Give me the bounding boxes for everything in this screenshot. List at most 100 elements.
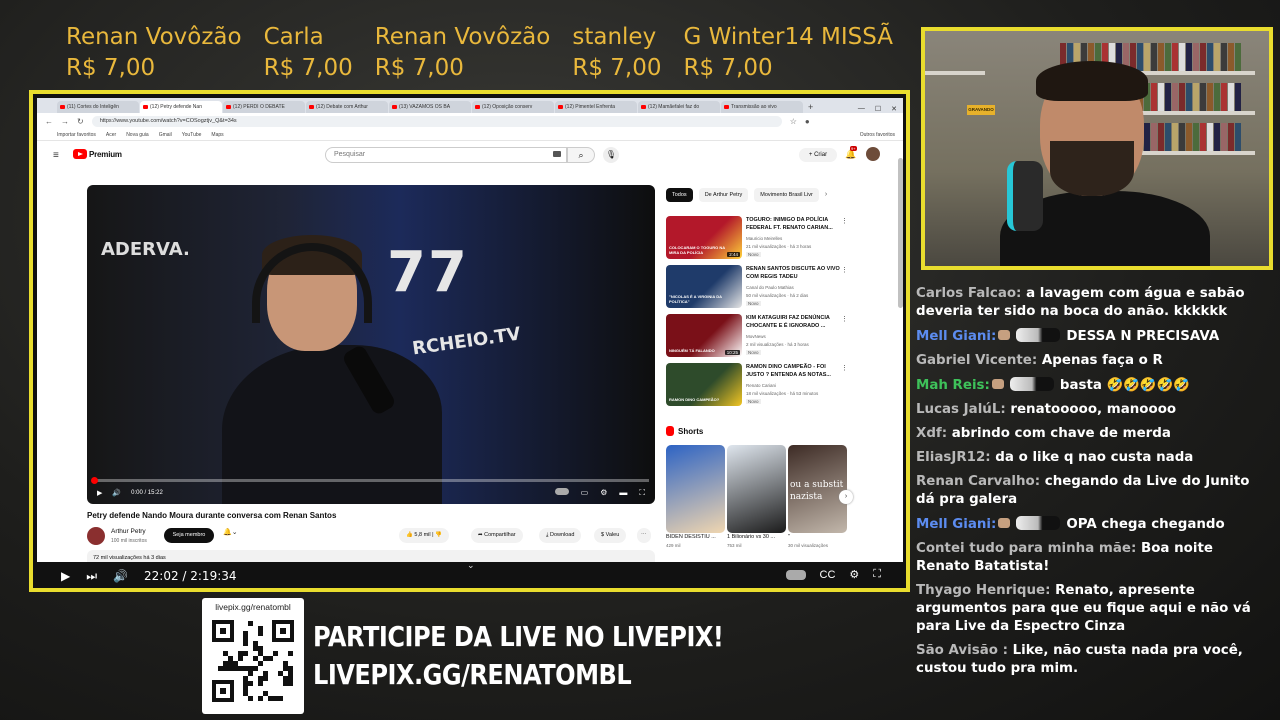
download-button[interactable]: ⤓ Download bbox=[539, 528, 582, 543]
share-button[interactable]: ➦ Compartilhar bbox=[471, 528, 523, 543]
chat-username[interactable]: São Avisão : bbox=[916, 643, 1008, 658]
autoplay-toggle[interactable] bbox=[554, 488, 569, 495]
stream-captions-icon[interactable]: CC bbox=[820, 569, 836, 581]
keyboard-icon[interactable] bbox=[553, 151, 561, 157]
stream-play-icon[interactable]: ▶ bbox=[61, 569, 70, 583]
video-thumbnail[interactable]: "NICOLAS É A VIRGINIA DA POLÍTICA" bbox=[666, 265, 742, 308]
donation-value: R$ 7,00 bbox=[572, 55, 662, 81]
more-actions-button[interactable]: ⋯ bbox=[637, 528, 651, 543]
dislike-icon[interactable]: | 👎 bbox=[431, 532, 442, 538]
video-thumbnail[interactable]: RAMON DINO CAMPEÃO? bbox=[666, 363, 742, 406]
account-avatar[interactable] bbox=[866, 147, 880, 161]
recommended-video[interactable]: COLOCARAM O TOGURO NA MIRA DA POLÍCIA 2:4… bbox=[666, 216, 856, 260]
recommended-video[interactable]: NINGUÉM TÁ FALANDO 10:25 KIM KATAGUIRI FAZ… bbox=[666, 314, 856, 358]
short-thumbnail[interactable] bbox=[666, 445, 725, 533]
subscription-bell-icon[interactable]: 🔔⌄ bbox=[223, 528, 238, 536]
chips-next-icon[interactable]: › bbox=[825, 188, 827, 202]
channel-name[interactable]: Arthur Petry bbox=[111, 528, 146, 535]
browser-tab[interactable]: (11) Cortes do Inteligên bbox=[57, 101, 139, 113]
reload-icon[interactable]: ↻ bbox=[77, 117, 84, 126]
chat-username[interactable]: Renan Carvalho: bbox=[916, 474, 1040, 489]
recommended-title: RENAN SANTOS DISCUTE AO VIVO COM REGIS T… bbox=[746, 266, 840, 280]
stream-fullscreen-icon[interactable]: ⛶ bbox=[873, 568, 881, 581]
chat-username[interactable]: Mell Giani: bbox=[916, 329, 996, 344]
theater-mode-icon[interactable]: ▬ bbox=[619, 488, 627, 498]
chat-username[interactable]: Thyago Henrique: bbox=[916, 583, 1050, 598]
bookmark-item[interactable]: Acer bbox=[106, 132, 116, 138]
close-icon[interactable]: ✕ bbox=[891, 105, 897, 113]
browser-tab[interactable]: Transmissão ao vivo bbox=[721, 101, 803, 113]
webcam-frame: GRAVANDO bbox=[921, 27, 1273, 270]
bookmark-item[interactable]: Nova guia bbox=[126, 132, 149, 138]
like-button[interactable]: 👍 5,8 mil | 👎 bbox=[399, 528, 449, 543]
chat-username[interactable]: Gabriel Vicente: bbox=[916, 353, 1037, 368]
chat-username[interactable]: Xdf: bbox=[916, 426, 947, 441]
expand-chevron-icon[interactable]: ⌄ bbox=[467, 560, 475, 571]
browser-tab[interactable]: (13) VAZAMOS OS BA bbox=[389, 101, 471, 113]
shorts-next-icon[interactable]: › bbox=[839, 490, 853, 504]
video-player[interactable]: ADERVA. 77 RCHEIO.TV ▶ 🔊 0:00 / 15:22 ▭ … bbox=[87, 185, 655, 504]
stream-settings-icon[interactable]: ⚙ bbox=[849, 568, 859, 581]
browser-tab[interactable]: (12) Mamãefalei faz do bbox=[638, 101, 720, 113]
browser-tab[interactable]: (12) PERDI O DEBATE bbox=[223, 101, 305, 113]
channel-avatar[interactable] bbox=[87, 527, 105, 545]
video-thumbnail[interactable]: COLOCARAM O TOGURO NA MIRA DA POLÍCIA 2:4… bbox=[666, 216, 742, 259]
stream-next-icon[interactable]: ⏭ bbox=[86, 569, 97, 584]
url-bar[interactable]: https://www.youtube.com/watch?v=COSogztj… bbox=[91, 115, 782, 127]
more-options-icon[interactable]: ⋮ bbox=[841, 266, 848, 274]
short-thumbnail[interactable]: ou a substit nazista bbox=[788, 445, 847, 533]
maximize-icon[interactable]: ☐ bbox=[875, 105, 881, 113]
browser-tab[interactable]: (12) Petry defende Nan bbox=[140, 101, 222, 113]
bookmark-star-icon[interactable]: ☆ bbox=[790, 117, 797, 126]
settings-gear-icon[interactable]: ⚙ bbox=[600, 488, 607, 498]
minimize-icon[interactable]: — bbox=[858, 105, 865, 113]
page-scrollbar[interactable] bbox=[898, 158, 903, 308]
recommended-video[interactable]: RAMON DINO CAMPEÃO? RAMON DINO CAMPEÃO - … bbox=[666, 363, 856, 407]
search-button[interactable]: ⌕ bbox=[567, 147, 595, 163]
short-views: 753 mil bbox=[727, 542, 742, 548]
thanks-button[interactable]: $ Valeu bbox=[594, 528, 627, 543]
stream-volume-icon[interactable]: 🔊 bbox=[113, 569, 128, 583]
chat-username[interactable]: EliasJR12: bbox=[916, 450, 991, 465]
browser-tab[interactable]: (12) Oposição conserv bbox=[472, 101, 554, 113]
chat-username[interactable]: Contei tudo para minha mãe: bbox=[916, 541, 1136, 556]
profile-icon[interactable]: ● bbox=[805, 117, 810, 126]
description-box[interactable]: 72 mil visualizações há 3 dias bbox=[87, 550, 655, 562]
volume-icon[interactable]: 🔊 bbox=[112, 489, 121, 497]
new-tab-button[interactable]: + bbox=[804, 101, 817, 113]
chat-username[interactable]: Mah Reis: bbox=[916, 378, 990, 393]
video-thumbnail[interactable]: NINGUÉM TÁ FALANDO 10:25 bbox=[666, 314, 742, 357]
bookmark-item[interactable]: Gmail bbox=[159, 132, 172, 138]
voice-search-button[interactable]: 🎙 bbox=[603, 147, 619, 163]
captions-icon[interactable]: ▭ bbox=[581, 488, 589, 498]
more-options-icon[interactable]: ⋮ bbox=[841, 315, 848, 323]
forward-icon[interactable]: → bbox=[61, 117, 69, 126]
youtube-logo[interactable]: Premium bbox=[73, 149, 122, 159]
bookmark-item[interactable]: YouTube bbox=[182, 132, 202, 138]
search-input[interactable]: Pesquisar bbox=[325, 147, 567, 163]
more-options-icon[interactable]: ⋮ bbox=[841, 217, 848, 225]
player-right-controls: ▭ ⚙ ▬ ⛶ bbox=[554, 488, 645, 498]
play-icon[interactable]: ▶ bbox=[97, 489, 102, 497]
fullscreen-icon[interactable]: ⛶ bbox=[639, 488, 645, 498]
more-options-icon[interactable]: ⋮ bbox=[841, 364, 848, 372]
bookmark-item[interactable]: Importar favoritos bbox=[57, 132, 96, 138]
back-icon[interactable]: ← bbox=[45, 117, 53, 126]
other-bookmarks[interactable]: Outros favoritos bbox=[860, 132, 903, 138]
filter-chip[interactable]: Movimento Brasil Livr bbox=[754, 188, 819, 202]
create-button[interactable]: + Criar bbox=[799, 148, 837, 162]
bookmark-item[interactable]: Maps bbox=[211, 132, 223, 138]
stream-autoplay-toggle[interactable] bbox=[785, 569, 806, 580]
chat-username[interactable]: Lucas JalúL: bbox=[916, 402, 1006, 417]
recommended-video[interactable]: "NICOLAS É A VIRGINIA DA POLÍTICA" RENAN … bbox=[666, 265, 856, 309]
short-thumbnail[interactable] bbox=[727, 445, 786, 533]
chat-username[interactable]: Carlos Falcao: bbox=[916, 286, 1021, 301]
chat-username[interactable]: Mell Giani: bbox=[916, 517, 996, 532]
chat-message: Thyago Henrique: Renato, apresente argum… bbox=[916, 582, 1266, 636]
filter-chip[interactable]: De Arthur Petry bbox=[698, 188, 749, 202]
browser-tab[interactable]: (12) Debate com Arthur bbox=[306, 101, 388, 113]
join-button[interactable]: Seja membro bbox=[164, 528, 214, 543]
filter-chip[interactable]: Todos bbox=[666, 188, 693, 202]
hamburger-menu-icon[interactable]: ≡ bbox=[53, 150, 59, 161]
browser-tab[interactable]: (12) Pimentel Enfrenta bbox=[555, 101, 637, 113]
